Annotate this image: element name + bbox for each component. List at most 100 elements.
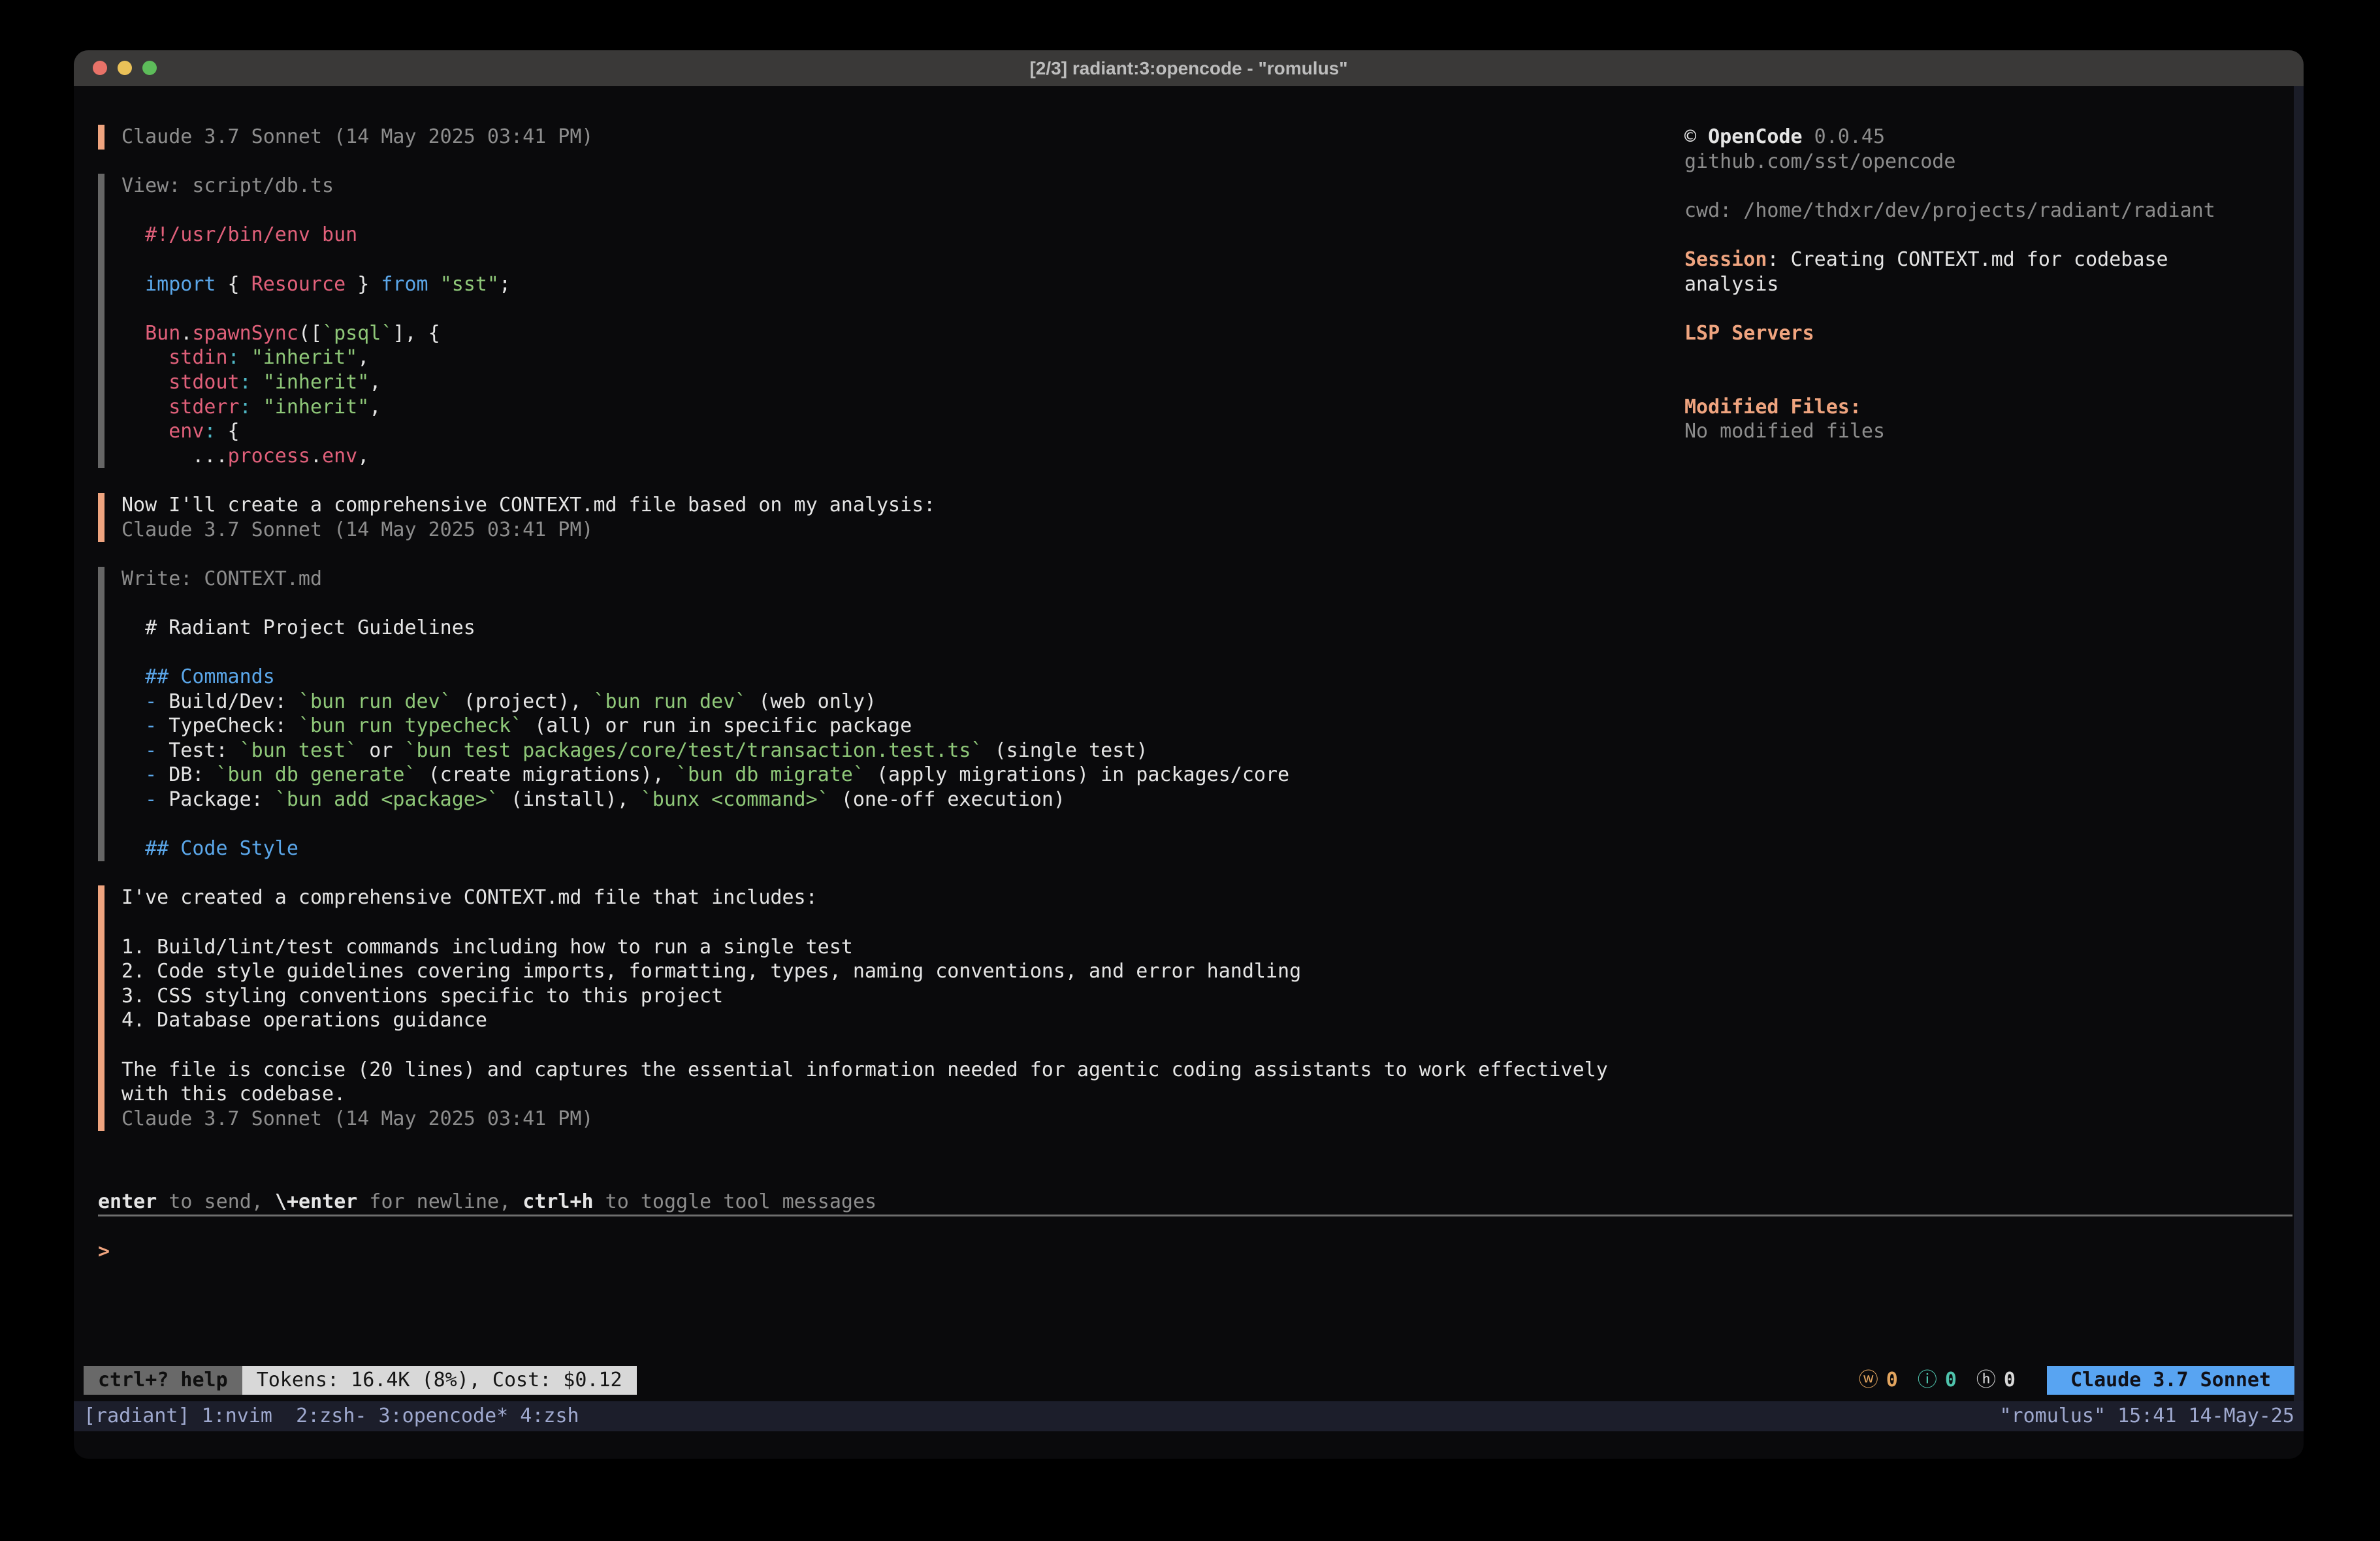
terminal-line: - DB: `bun db generate` (create migratio… <box>121 763 1608 787</box>
text-segment: (create migrations), <box>417 763 676 786</box>
text-segment: `bun run dev` <box>594 690 747 713</box>
text-segment: to send, <box>157 1190 275 1213</box>
text-segment: process <box>228 445 310 468</box>
text-segment: The file is concise (20 lines) and captu… <box>121 1058 1608 1081</box>
text-segment: - <box>145 690 157 713</box>
text-segment <box>121 420 169 443</box>
text-segment: stderr <box>169 396 239 419</box>
text-segment: `bun add <package>` <box>275 788 499 811</box>
text-segment: import <box>145 273 216 296</box>
terminal-line: #!/usr/bin/env bun <box>121 223 1608 247</box>
text-segment: TypeCheck: <box>157 714 298 737</box>
sidebar-line <box>1684 296 2292 321</box>
terminal-line: ## Code Style <box>121 836 1608 861</box>
sidebar-line: cwd: /home/thdxr/dev/projects/radiant/ra… <box>1684 199 2292 223</box>
text-segment: ## Commands <box>145 665 275 688</box>
sidebar-line: Session: Creating CONTEXT.md for codebas… <box>1684 247 2292 272</box>
text-segment: ## Code Style <box>145 837 298 860</box>
terminal-line: ## Commands <box>121 665 1608 690</box>
counter-value: 0 <box>1886 1368 1898 1393</box>
text-segment <box>121 273 145 296</box>
text-segment <box>121 788 145 811</box>
text-segment: 0.0.45 <box>1803 125 1885 148</box>
text-segment: 2. Code style guidelines covering import… <box>121 960 1301 983</box>
text-segment: Bun <box>145 322 180 345</box>
text-segment <box>121 665 145 688</box>
text-segment <box>121 396 169 419</box>
text-segment: for newline, <box>357 1190 523 1213</box>
terminal-line: 2. Code style guidelines covering import… <box>121 959 1608 984</box>
text-segment: { <box>216 273 251 296</box>
hint-count-icon: ⓗ <box>1976 1368 1996 1393</box>
terminal-line: env: { <box>121 419 1608 444</box>
text-segment <box>240 346 251 369</box>
terminal-line: 4. Database operations guidance <box>121 1008 1608 1033</box>
text-segment: spawnSync <box>192 322 298 345</box>
text-segment <box>121 837 145 860</box>
text-segment: View: script/db.ts <box>121 174 334 197</box>
terminal-line <box>121 199 1608 223</box>
chat-transcript: Claude 3.7 Sonnet (14 May 2025 03:41 PM)… <box>98 125 1608 1131</box>
text-segment: \+enter <box>275 1190 357 1213</box>
text-segment: . <box>310 445 322 468</box>
text-segment: # Radiant Project Guidelines <box>145 616 475 639</box>
text-segment: stdout <box>169 371 239 394</box>
terminal-line: import { Resource } from "sst"; <box>121 272 1608 297</box>
text-segment: (web only) <box>747 690 876 713</box>
text-segment: Write: CONTEXT.md <box>121 567 322 590</box>
text-segment <box>121 763 145 786</box>
counter-value: 0 <box>1945 1368 1957 1393</box>
text-segment: `bun run dev` <box>298 690 452 713</box>
sidebar-line: LSP Servers <box>1684 321 2292 346</box>
tmux-window-list[interactable]: [radiant] 1:nvim 2:zsh- 3:opencode* 4:zs… <box>74 1404 579 1429</box>
terminal-line: ...process.env, <box>121 444 1608 469</box>
text-segment: Build/Dev: <box>157 690 298 713</box>
tool-output-block: View: script/db.ts #!/usr/bin/env bun im… <box>98 174 1608 468</box>
help-shortcut-badge: ctrl+? help <box>84 1366 242 1395</box>
text-segment: analysis <box>1684 273 1779 296</box>
text-segment: from <box>381 273 428 296</box>
terminal-line: - TypeCheck: `bun run typecheck` (all) o… <box>121 714 1608 739</box>
terminal-line <box>121 910 1608 935</box>
terminal-line <box>121 247 1608 272</box>
window-titlebar[interactable]: [2/3] radiant:3:opencode - "romulus" <box>74 50 2304 86</box>
text-segment: github.com/sst/opencode <box>1684 150 1955 173</box>
sidebar-line: analysis <box>1684 272 2292 297</box>
text-segment: Now I'll create a comprehensive CONTEXT.… <box>121 494 935 516</box>
text-segment: , <box>369 396 381 419</box>
sidebar-line <box>1684 370 2292 395</box>
text-segment: stdin <box>169 346 227 369</box>
terminal-line: stdin: "inherit", <box>121 345 1608 370</box>
session-sidebar: © OpenCode 0.0.45github.com/sst/opencode… <box>1684 125 2292 444</box>
text-segment: : <box>204 420 216 443</box>
terminal-line <box>121 296 1608 321</box>
tokens-cost-badge: Tokens: 16.4K (8%), Cost: $0.12 <box>242 1366 637 1395</box>
assistant-message-block: Now I'll create a comprehensive CONTEXT.… <box>98 493 1608 542</box>
terminal-line: - Package: `bun add <package>` (install)… <box>121 787 1608 812</box>
text-segment: ], { <box>393 322 440 345</box>
text-segment: : <box>240 396 251 419</box>
model-badge[interactable]: Claude 3.7 Sonnet <box>2047 1366 2294 1395</box>
text-segment: `bun db migrate` <box>676 763 865 786</box>
text-segment: Modified Files: <box>1684 396 1861 419</box>
terminal-content: Claude 3.7 Sonnet (14 May 2025 03:41 PM)… <box>74 86 2304 1459</box>
info-count-icon: ⓘ <box>1918 1368 1937 1393</box>
text-segment: "inherit" <box>263 371 370 394</box>
text-segment: "inherit" <box>263 396 370 419</box>
text-segment: (single test) <box>983 739 1148 762</box>
terminal-line <box>121 591 1608 616</box>
scrollbar[interactable] <box>2294 86 2304 1401</box>
text-segment <box>121 714 145 737</box>
text-segment <box>121 616 145 639</box>
text-segment <box>121 739 145 762</box>
text-segment: Claude 3.7 Sonnet (14 May 2025 03:41 PM) <box>121 518 593 541</box>
message-input[interactable]: > <box>98 1239 110 1264</box>
text-segment: ; <box>499 273 511 296</box>
text-segment: : <box>240 371 251 394</box>
terminal-line: Claude 3.7 Sonnet (14 May 2025 03:41 PM) <box>121 125 1608 150</box>
text-segment: (project), <box>452 690 594 713</box>
text-segment: Claude 3.7 Sonnet (14 May 2025 03:41 PM) <box>121 125 593 148</box>
text-segment: `psql` <box>322 322 393 345</box>
text-segment: env <box>169 420 204 443</box>
text-segment: `bun db generate` <box>216 763 417 786</box>
